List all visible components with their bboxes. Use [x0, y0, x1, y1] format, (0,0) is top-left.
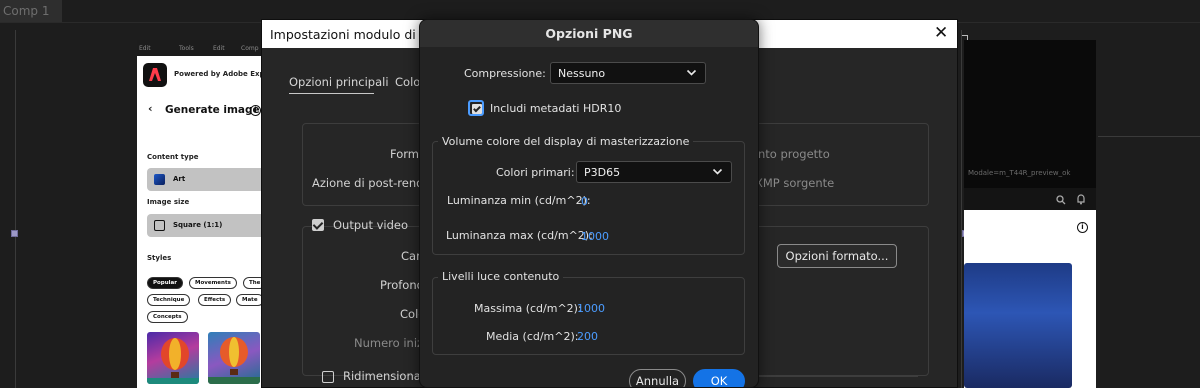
output-video-checkbox[interactable]: [312, 219, 324, 231]
image-size-label: Image size: [147, 198, 190, 206]
menu-item[interactable]: Edit: [139, 45, 151, 52]
tab-main-options[interactable]: Opzioni principali: [289, 75, 389, 89]
style-thumbnail[interactable]: [147, 332, 199, 384]
resize-checkbox[interactable]: [322, 371, 334, 383]
info-icon[interactable]: i: [250, 105, 261, 116]
hot-air-balloon-image: [208, 337, 260, 384]
primaries-label: Colori primari:: [496, 166, 575, 179]
generated-image-preview[interactable]: [964, 263, 1072, 388]
avg-light-label: Media (cd/m^2):: [486, 330, 579, 343]
art-icon: [154, 174, 165, 185]
style-chip[interactable]: Technique: [147, 294, 191, 306]
adobe-express-logo-icon: [143, 63, 167, 87]
preview-toolbar: [964, 188, 1096, 210]
styles-label: Styles: [147, 254, 172, 262]
menu-item[interactable]: Tools: [179, 45, 194, 52]
preview-caption: Modale=m_T44R_preview_ok: [968, 169, 1071, 177]
chevron-down-icon: [686, 69, 697, 76]
active-tab-indicator: [289, 93, 374, 94]
info-icon[interactable]: i: [1077, 222, 1088, 233]
compression-dropdown[interactable]: Nessuno: [550, 62, 706, 84]
format-label: Formato:: [390, 147, 420, 161]
style-chip[interactable]: Mate: [236, 294, 264, 306]
square-icon: [154, 220, 165, 231]
express-menu-bar: Edit Tools Edit Comp: [137, 40, 277, 56]
transform-handle-left[interactable]: [11, 230, 18, 237]
content-type-value: Art: [173, 175, 186, 183]
mastering-group-title: Volume colore del display di masterizzaz…: [438, 135, 694, 148]
primaries-value: P3D65: [584, 166, 621, 179]
max-light-value[interactable]: 1000: [577, 302, 605, 315]
depth-label: Profondità:: [380, 278, 420, 292]
content-light-group: [432, 277, 745, 355]
chevron-down-icon: [712, 168, 723, 175]
content-type-select[interactable]: Art: [147, 168, 277, 191]
hdr10-checkbox[interactable]: [468, 100, 484, 116]
project-option-text: nto progetto: [758, 147, 830, 161]
checkbox-checked-icon: [472, 104, 482, 114]
generate-image-title: Generate image: [165, 104, 260, 116]
post-render-label: Azione di post-rendering:: [312, 176, 420, 190]
image-size-value: Square (1:1): [173, 221, 223, 229]
png-dialog-title: Opzioni PNG: [545, 26, 633, 41]
menu-item[interactable]: Comp: [241, 45, 259, 52]
tab-color[interactable]: Colore: [395, 75, 419, 89]
max-light-label: Massima (cd/m^2):: [474, 302, 582, 315]
preview-panel: [964, 40, 1096, 188]
avg-light-value[interactable]: 200: [577, 330, 598, 343]
style-thumbnail[interactable]: [208, 332, 260, 384]
compression-label: Compressione:: [464, 67, 546, 80]
image-size-select[interactable]: Square (1:1): [147, 214, 277, 237]
comp-frame-right-edge: [961, 30, 962, 388]
style-chip[interactable]: Concepts: [147, 311, 188, 323]
output-video-label: Output video: [333, 218, 409, 232]
content-light-group-title: Livelli luce contenuto: [438, 270, 564, 283]
png-dialog-titlebar: Opzioni PNG: [420, 20, 758, 47]
xmp-source-text: XMP sorgente: [755, 176, 835, 190]
ok-button[interactable]: OK: [693, 369, 745, 387]
back-chevron-icon[interactable]: ‹: [148, 102, 153, 115]
bell-icon[interactable]: [1076, 194, 1086, 205]
hdr10-label: Includi metadati HDR10: [490, 102, 622, 115]
compression-value: Nessuno: [558, 67, 606, 80]
resize-label: Ridimensiona: [343, 369, 421, 383]
lum-min-value[interactable]: 0: [581, 195, 588, 208]
search-icon[interactable]: [1056, 195, 1066, 205]
app-workspace: Comp 1 Edit Tools Edit Comp Powered by A…: [0, 0, 1200, 388]
lum-max-value[interactable]: 1000: [581, 230, 609, 243]
content-type-label: Content type: [147, 153, 199, 161]
channels-label: Canali:: [401, 249, 420, 263]
menu-item[interactable]: Edit: [213, 45, 225, 52]
adobe-express-panel: Powered by Adobe Express ‹ Generate imag…: [137, 56, 277, 388]
style-chip[interactable]: Popular: [147, 277, 183, 289]
hot-air-balloon-image: [147, 338, 199, 384]
style-chip[interactable]: Movements: [189, 277, 237, 289]
comp-frame-left-edge: [15, 30, 16, 388]
style-chip[interactable]: Effects: [198, 294, 232, 306]
png-options-dialog: Opzioni PNG Compressione: Nessuno Includ…: [419, 19, 759, 388]
color-label: Colore:: [400, 307, 420, 321]
close-icon[interactable]: ✕: [934, 23, 948, 43]
cancel-button[interactable]: Annulla: [629, 369, 686, 387]
composition-tab[interactable]: Comp 1: [0, 0, 62, 22]
start-number-label: Numero iniziale:: [354, 336, 420, 350]
checkmark: [473, 104, 481, 113]
format-options-button[interactable]: Opzioni formato...: [777, 244, 897, 268]
lum-min-label: Luminanza min (cd/m^2):: [447, 194, 591, 207]
lum-max-label: Luminanza max (cd/m^2):: [446, 229, 593, 242]
adobe-logo-glyph: [149, 68, 161, 81]
primaries-dropdown[interactable]: P3D65: [576, 161, 732, 183]
panel-divider: [1098, 136, 1200, 137]
